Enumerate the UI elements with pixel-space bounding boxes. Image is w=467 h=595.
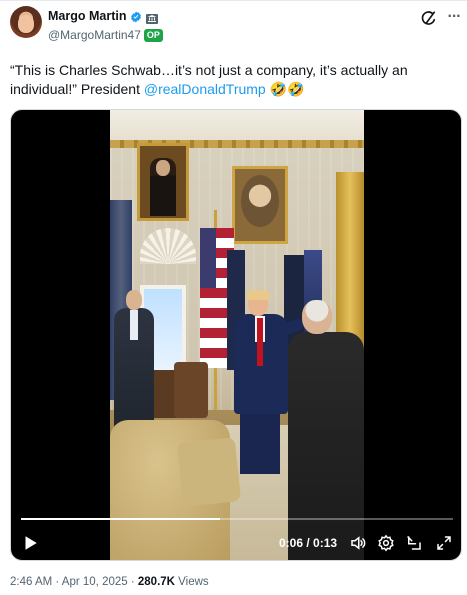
more-options-icon[interactable]: ··· xyxy=(446,9,462,28)
tweet-time[interactable]: 2:46 AM xyxy=(10,576,52,588)
tweet-meta: 2:46 AM · Apr 10, 2025 · 280.7K Views xyxy=(10,576,209,588)
views-label: Views xyxy=(174,576,209,588)
op-badge: OP xyxy=(143,28,163,42)
portrait-painting xyxy=(232,166,288,244)
video-progress-fill xyxy=(21,518,220,520)
meta-separator: · xyxy=(127,576,138,588)
author-handle[interactable]: @MargoMartin47 xyxy=(48,28,141,42)
picture-in-picture-icon[interactable] xyxy=(405,534,423,552)
tweet-text: “This is Charles Schwab…it’s not just a … xyxy=(10,61,450,99)
verified-badge-icon[interactable] xyxy=(130,10,142,23)
grok-icon[interactable] xyxy=(420,10,438,28)
person-figure xyxy=(288,300,364,560)
top-divider xyxy=(0,0,467,1)
volume-icon[interactable] xyxy=(349,534,367,552)
settings-gear-icon[interactable] xyxy=(377,534,395,552)
portrait-painting xyxy=(137,143,189,221)
mention-link[interactable]: @realDonaldTrump xyxy=(144,81,266,97)
video-player[interactable]: 0:06 / 0:13 xyxy=(10,109,462,561)
meta-separator: · xyxy=(52,576,62,588)
author-name-row: Margo Martin xyxy=(48,8,159,24)
video-progress-bar[interactable] xyxy=(21,518,453,520)
video-time: 0:06 / 0:13 xyxy=(279,536,338,550)
tweet-date[interactable]: Apr 10, 2025 xyxy=(62,576,128,588)
author-display-name[interactable]: Margo Martin xyxy=(48,9,126,23)
person-figure xyxy=(110,290,156,443)
fullscreen-icon[interactable] xyxy=(435,534,453,552)
government-building-icon[interactable] xyxy=(146,11,159,24)
person-figure xyxy=(230,290,306,477)
author-handle-row: @MargoMartin47 OP xyxy=(48,27,163,43)
views-count: 280.7K xyxy=(137,576,175,588)
video-frame xyxy=(110,110,364,560)
author-avatar[interactable] xyxy=(10,6,42,38)
tweet-emoji: 🤣🤣 xyxy=(265,81,305,97)
play-icon[interactable] xyxy=(21,534,39,552)
